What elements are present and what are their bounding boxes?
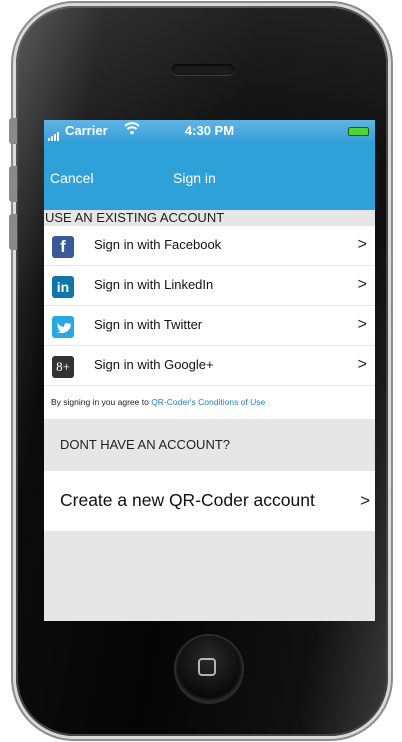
terms-notice: By signing in you agree to QR-Coder's Co…: [44, 386, 375, 419]
status-time: 4:30 PM: [184, 123, 235, 138]
mute-switch: [9, 118, 17, 144]
existing-account-header: USE AN EXISTING ACCOUNT: [44, 210, 375, 226]
cancel-button[interactable]: Cancel: [50, 170, 94, 186]
create-account-row[interactable]: Create a new QR-Coder account >: [44, 471, 375, 531]
create-account-label: Create a new QR-Coder account: [60, 490, 315, 510]
facebook-icon: f: [52, 236, 74, 258]
battery-icon: [348, 127, 369, 136]
sign-in-facebook-label: Sign in with Facebook: [94, 237, 222, 252]
chevron-right-icon: >: [357, 236, 367, 253]
sign-in-google-plus-row[interactable]: 8+ Sign in with Google+ >: [44, 346, 375, 386]
terms-prefix: By signing in you agree to: [51, 397, 149, 407]
sign-in-twitter-row[interactable]: Sign in with Twitter >: [44, 306, 375, 346]
home-square-icon: [198, 658, 216, 676]
linkedin-icon: in: [52, 276, 74, 298]
status-bar: Carrier 4:30 PM: [44, 120, 375, 141]
sign-in-linkedin-label: Sign in with LinkedIn: [94, 277, 214, 292]
conditions-of-use-link[interactable]: QR-Coder's Conditions of Use: [151, 397, 265, 407]
phone-screen: Carrier 4:30 PM Cancel Sign in USE AN EX…: [44, 120, 375, 621]
navigation-bar: Cancel Sign in: [44, 141, 375, 210]
new-account-header: DONT HAVE AN ACCOUNT?: [44, 419, 375, 471]
volume-up-button: [9, 166, 17, 202]
phone-speaker: [172, 64, 234, 75]
chevron-right-icon: >: [357, 356, 367, 373]
sign-in-linkedin-row[interactable]: in Sign in with LinkedIn >: [44, 266, 375, 306]
twitter-icon: [52, 316, 74, 338]
page-title: Sign in: [173, 170, 216, 186]
volume-down-button: [9, 214, 17, 250]
chevron-right-icon: >: [357, 276, 367, 293]
sign-in-google-plus-label: Sign in with Google+: [94, 357, 214, 372]
sign-in-twitter-label: Sign in with Twitter: [94, 317, 203, 332]
chevron-right-icon: >: [360, 491, 370, 510]
chevron-right-icon: >: [357, 316, 367, 333]
home-button[interactable]: [176, 636, 242, 702]
google-plus-icon: 8+: [52, 356, 74, 378]
sign-in-facebook-row[interactable]: f Sign in with Facebook >: [44, 226, 375, 266]
